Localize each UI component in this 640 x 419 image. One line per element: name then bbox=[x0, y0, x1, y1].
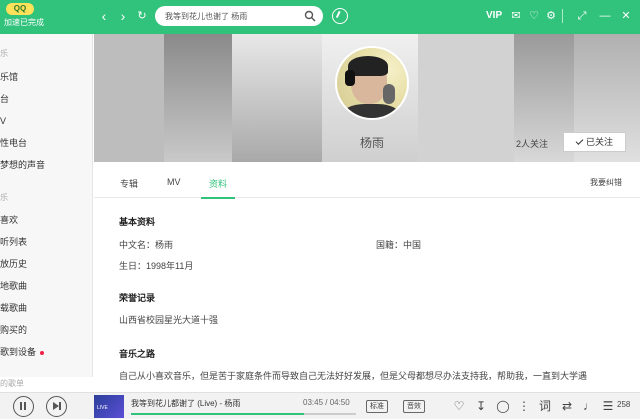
banner-photo bbox=[232, 34, 322, 162]
download-icon[interactable]: ↧ bbox=[474, 398, 488, 414]
follower-count: 2人关注 bbox=[516, 139, 549, 149]
minimize-icon[interactable]: — bbox=[597, 8, 613, 24]
next-button[interactable] bbox=[46, 396, 67, 417]
basic-info-heading: 基本资料 bbox=[119, 217, 156, 227]
divider bbox=[562, 9, 563, 23]
close-icon[interactable]: ✕ bbox=[618, 8, 634, 24]
sidebar-item-favorites[interactable]: 喜欢 bbox=[0, 211, 92, 229]
player-bar: LIVE 我等到花儿都谢了 (Live) - 杨雨 03:45 / 04:50 … bbox=[0, 392, 640, 419]
search-input[interactable] bbox=[165, 9, 301, 23]
sidebar-item-label: 歌到设备 bbox=[0, 347, 37, 357]
mini-mode-icon[interactable]: ⤢ bbox=[574, 8, 590, 24]
sidebar-section-online: 乐 bbox=[0, 49, 8, 58]
sidebar-item-play-queue[interactable]: 听列表 bbox=[0, 233, 92, 251]
progress-fill bbox=[131, 413, 305, 415]
banner-photo bbox=[164, 34, 232, 162]
refresh-button[interactable]: ↻ bbox=[134, 8, 150, 24]
app-logo[interactable]: QQ 加速已完成 bbox=[4, 3, 64, 31]
honor-text: 山西省校园星光大道十强 bbox=[119, 315, 219, 325]
sound-effect-button[interactable]: 音效 bbox=[403, 400, 425, 413]
follow-button[interactable]: 已关注 bbox=[563, 132, 626, 152]
search-icon[interactable] bbox=[304, 10, 316, 22]
search-box[interactable] bbox=[155, 6, 323, 26]
follow-label: 已关注 bbox=[585, 137, 613, 147]
playlist-count: 258 bbox=[617, 400, 631, 409]
forward-button[interactable]: › bbox=[115, 8, 131, 24]
like-icon[interactable]: ♡ bbox=[452, 398, 466, 414]
artist-name: 杨雨 bbox=[359, 136, 384, 150]
logo-mark: QQ bbox=[6, 3, 34, 15]
active-tab-indicator bbox=[201, 197, 235, 199]
sidebar-section-my-music: 乐 bbox=[0, 193, 8, 202]
vip-link[interactable]: VIP bbox=[486, 10, 502, 21]
banner-photo bbox=[94, 34, 164, 162]
sidebar-item-personal-radio[interactable]: 性电台 bbox=[0, 134, 92, 152]
report-error-link[interactable]: 我要纠错 bbox=[590, 177, 622, 188]
sidebar-item-radio[interactable]: 台 bbox=[0, 90, 92, 108]
now-playing-title[interactable]: 我等到花儿都谢了 (Live) - 杨雨 bbox=[131, 398, 240, 409]
music-journey-text: 自己从小喜欢音乐，但是苦于家庭条件而导致自己无法好好发展，但是父母都想尽办法支持… bbox=[119, 371, 588, 381]
tab-albums[interactable]: 专辑 bbox=[120, 177, 138, 190]
sidebar-item-local-songs[interactable]: 地歌曲 bbox=[0, 277, 92, 295]
sidebar-my-playlists[interactable]: 的歌单 bbox=[0, 376, 93, 392]
sidebar-item-downloads[interactable]: 载歌曲 bbox=[0, 299, 92, 317]
tab-mv[interactable]: MV bbox=[167, 177, 181, 187]
album-cover[interactable]: LIVE bbox=[94, 395, 124, 418]
check-icon bbox=[575, 137, 584, 145]
comment-icon[interactable]: ◯ bbox=[496, 398, 510, 414]
sidebar-item-purchased[interactable]: 购买的 bbox=[0, 321, 92, 339]
playlist-icon[interactable]: ☰ bbox=[601, 398, 615, 414]
sidebar-item-history[interactable]: 放历史 bbox=[0, 255, 92, 273]
top-bar: QQ 加速已完成 ‹ › ↻ VIP ✉ ♡ ⚙ ⤢ — ✕ bbox=[0, 0, 640, 34]
mail-icon[interactable]: ✉ bbox=[508, 8, 524, 24]
pause-button[interactable] bbox=[13, 396, 34, 417]
tab-profile[interactable]: 资料 bbox=[209, 177, 227, 190]
quality-button[interactable]: 标准 bbox=[366, 400, 388, 413]
settings-icon[interactable]: ⚙ bbox=[543, 8, 559, 24]
artist-tabs: 专辑 MV 资料 我要纠错 bbox=[94, 168, 640, 199]
artist-avatar bbox=[335, 46, 409, 120]
acceleration-status: 加速已完成 bbox=[4, 18, 44, 27]
banner-photo bbox=[418, 34, 514, 162]
listen-recognition-icon[interactable] bbox=[332, 8, 348, 24]
play-time: 03:45 / 04:50 bbox=[303, 398, 350, 407]
sidebar-item-device-transfer[interactable]: 歌到设备 bbox=[0, 343, 92, 361]
volume-icon[interactable]: ♩ bbox=[582, 398, 596, 414]
more-icon[interactable]: ⋮ bbox=[517, 398, 531, 414]
notification-dot bbox=[40, 350, 45, 355]
sidebar-item-music-hall[interactable]: 乐馆 bbox=[0, 68, 92, 86]
honors-heading: 荣誉记录 bbox=[119, 293, 156, 303]
shuffle-icon[interactable]: ⇄ bbox=[560, 398, 574, 414]
birthday: 生日：1998年11月 bbox=[119, 261, 194, 271]
sidebar-item-dream-voice[interactable]: 梦想的声音 bbox=[0, 156, 92, 174]
lyrics-button[interactable]: 词 bbox=[538, 398, 552, 414]
skin-icon[interactable]: ♡ bbox=[526, 8, 542, 24]
music-journey-heading: 音乐之路 bbox=[119, 349, 156, 359]
nationality: 国籍：中国 bbox=[376, 240, 422, 250]
sidebar: 乐 乐馆 台 V 性电台 梦想的声音 乐 喜欢 听列表 放历史 地歌曲 载歌曲 … bbox=[0, 34, 93, 377]
progress-bar[interactable] bbox=[131, 413, 356, 415]
chinese-name: 中文名：杨雨 bbox=[119, 240, 174, 250]
back-button[interactable]: ‹ bbox=[96, 8, 112, 24]
sidebar-item-mv[interactable]: V bbox=[0, 112, 92, 130]
